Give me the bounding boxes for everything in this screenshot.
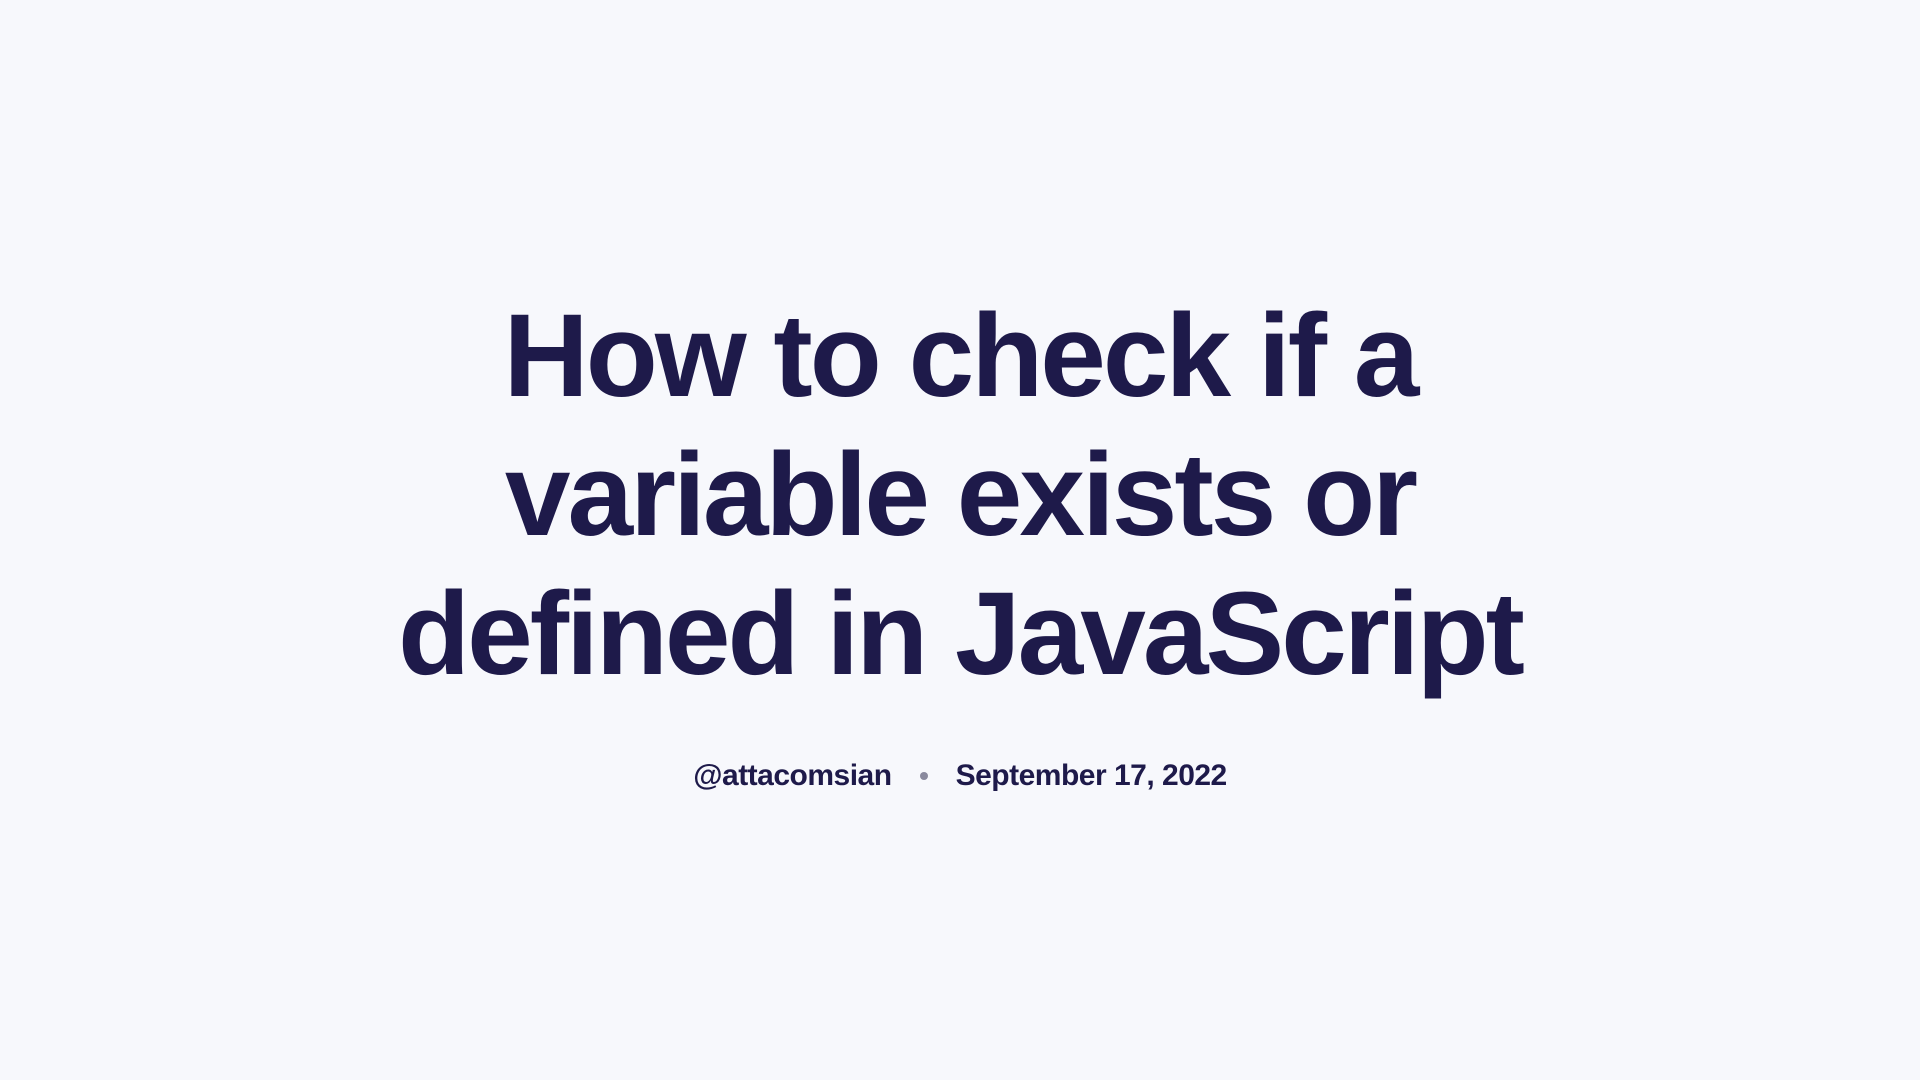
separator-bullet bbox=[920, 772, 928, 780]
author-handle[interactable]: @attacomsian bbox=[693, 759, 891, 793]
article-header: How to check if a variable exists or def… bbox=[310, 287, 1610, 794]
article-meta: @attacomsian September 17, 2022 bbox=[310, 759, 1610, 793]
publish-date: September 17, 2022 bbox=[956, 759, 1227, 793]
article-title: How to check if a variable exists or def… bbox=[310, 287, 1610, 705]
